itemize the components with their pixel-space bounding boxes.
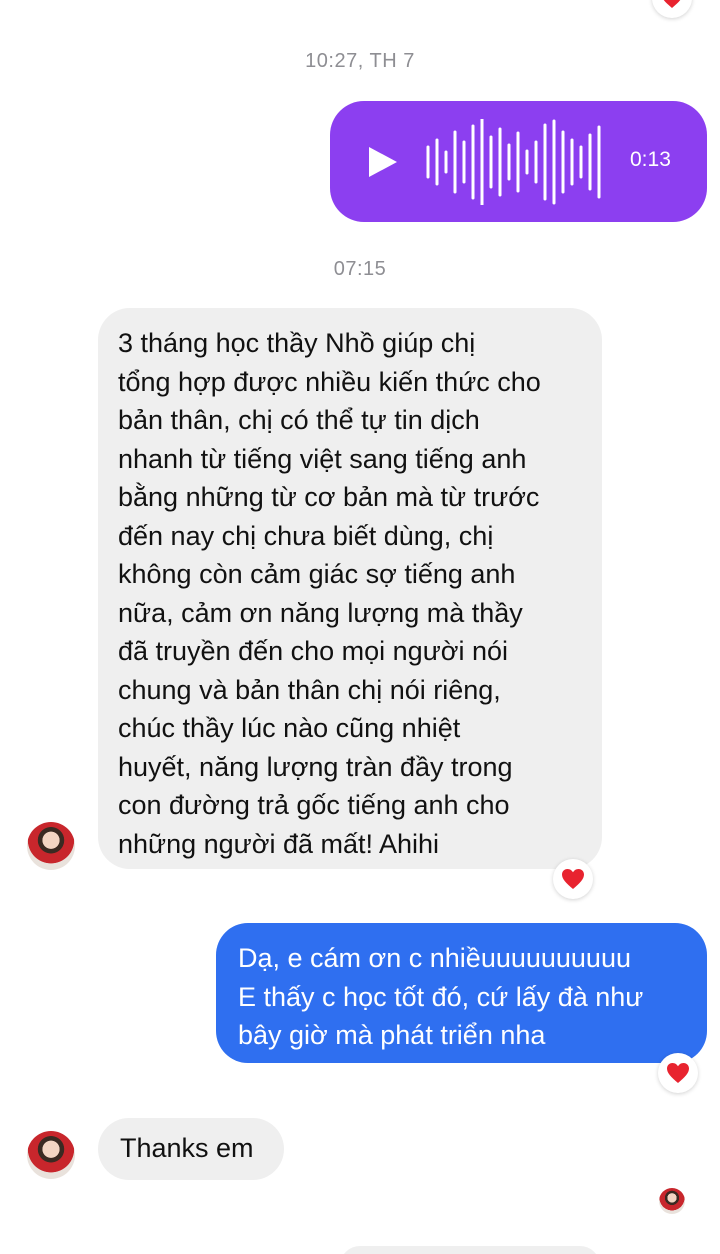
message-line: tổng hợp được nhiều kiến thức cho [118, 366, 541, 397]
message-line: con đường trả gốc tiếng anh cho [118, 790, 510, 820]
message-line: không còn cảm giác sợ tiếng anh [118, 559, 516, 589]
message-line: nữa, cảm ơn năng lượng mà thầy [118, 597, 523, 628]
message-line: bản thân, chị có thể tự tin dịch [118, 405, 480, 435]
message-line: Dạ, e cám ơn c nhiềuuuuuuuuuu [238, 943, 631, 973]
sender-avatar[interactable] [27, 1131, 75, 1179]
message-line: bây giờ mà phát triển nha [238, 1020, 546, 1050]
outgoing-message-bubble[interactable]: Dạ, e cám ơn c nhiềuuuuuuuuuu E thấy c h… [216, 923, 707, 1063]
message-line: những người đã mất! Ahihi [118, 828, 440, 859]
message-line: E thấy c học tốt đó, cứ lấy đà như [238, 981, 644, 1012]
voice-message[interactable]: 0:13 [330, 101, 707, 222]
heart-icon [663, 0, 681, 8]
reaction-badge[interactable] [553, 859, 593, 899]
message-timestamp: 07:15 [333, 258, 387, 280]
incoming-message-bubble[interactable]: 3 tháng học thầy Nhồ giúp chị tổng hợp đ… [98, 308, 602, 869]
heart-icon [562, 869, 584, 889]
message-line: đã truyền đến cho mọi người nói [118, 636, 509, 666]
message-line: 3 tháng học thầy Nhồ giúp chị [118, 328, 476, 358]
waveform-icon [424, 117, 604, 207]
message-line: huyết, năng lượng tràn đầy trong [118, 751, 513, 782]
seen-receipt-avatar [659, 1188, 685, 1214]
next-message-bubble[interactable] [340, 1246, 600, 1254]
message-line: chúc thầy lúc nào cũng nhiệt [118, 713, 461, 743]
message-line: đến nay chị chưa biết dùng, chị [118, 520, 494, 551]
voice-duration: 0:13 [630, 148, 671, 171]
message-timestamp: 10:27, TH 7 [305, 50, 415, 72]
message-line: chung và bản thân chị nói riêng, [118, 674, 501, 705]
reaction-badge[interactable] [658, 1053, 698, 1093]
reaction-badge-top[interactable] [652, 0, 692, 18]
message-line: bằng những từ cơ bản mà từ trước [118, 482, 540, 512]
heart-icon [667, 1063, 689, 1083]
incoming-message-bubble[interactable]: Thanks em [98, 1118, 284, 1180]
message-text: Thanks em [120, 1133, 254, 1163]
play-icon[interactable] [366, 145, 400, 179]
sender-avatar[interactable] [27, 822, 75, 870]
message-line: nhanh từ tiếng việt sang tiếng anh [118, 443, 527, 474]
chat-screen: 10:27, TH 7 0:13 07:15 3 tháng học thầy … [0, 0, 720, 1254]
